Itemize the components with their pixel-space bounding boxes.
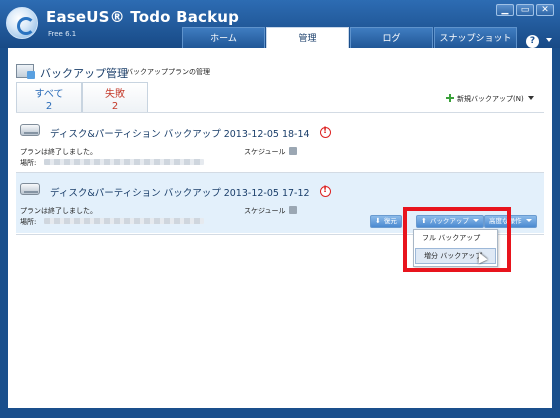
window-controls: ▁ ▭ ✕ (496, 4, 554, 16)
job-title: ディスク&パーティション バックアップ 2013-12-05 17-12 (50, 188, 310, 199)
filter-failed-count: 2 (111, 101, 119, 112)
filter-tabs: すべて 2 失敗 2 (16, 82, 148, 112)
disk-icon (20, 183, 40, 195)
arrow-down-icon: ⬇ (375, 217, 381, 225)
plus-icon (446, 94, 454, 102)
chevron-down-icon (546, 38, 553, 42)
calendar-icon (288, 147, 297, 155)
app-logo-icon (6, 7, 38, 39)
backup-manager-icon (16, 64, 35, 79)
chevron-down-icon (525, 219, 532, 222)
help-icon: ? (526, 35, 539, 48)
schedule-label: スケジュール (244, 207, 286, 215)
main-tabs: ホーム 管理 ログ スナップショット (182, 27, 518, 49)
job-location-label: 場所: (20, 218, 37, 226)
tab-manage[interactable]: 管理 (266, 27, 349, 49)
close-button[interactable]: ✕ (536, 4, 554, 16)
help-button[interactable]: ? (526, 35, 553, 48)
divider (16, 112, 544, 113)
main-content: バックアップ管理 バックアッププランの管理 すべて 2 失敗 2 新規バックアッ… (8, 48, 552, 408)
filter-failed[interactable]: 失敗 2 (82, 82, 148, 112)
new-backup-button[interactable]: 新規バックアップ(N) (446, 94, 534, 104)
calendar-icon (288, 206, 297, 214)
job-location-label: 場所: (20, 159, 37, 167)
page-subtitle: バックアッププランの管理 (126, 68, 210, 76)
app-edition: Free 6.1 (48, 30, 77, 38)
filter-all-label: すべて (34, 89, 64, 100)
restore-label: 復元 (383, 217, 397, 225)
tab-snapshot[interactable]: スナップショット (434, 27, 517, 49)
job-status: プランは終了しました。 (20, 148, 97, 156)
job-location-value (44, 218, 204, 224)
backup-job-1[interactable]: ディスク&パーティション バックアップ 2013-12-05 18-14 プラン… (16, 114, 544, 170)
app-title: EaseUS® Todo Backup (46, 8, 240, 26)
minimize-button[interactable]: ▁ (496, 4, 514, 16)
annotation-highlight-box (403, 207, 511, 272)
disk-icon (20, 124, 40, 136)
chevron-down-icon (527, 96, 534, 100)
page-title: バックアップ管理 (40, 67, 128, 80)
job-schedule[interactable]: スケジュール (244, 206, 297, 216)
tab-home[interactable]: ホーム (182, 27, 265, 49)
job-location-value (44, 159, 204, 165)
window-bottom-frame (0, 408, 560, 418)
restore-button[interactable]: ▭ (516, 4, 534, 16)
job-schedule[interactable]: スケジュール (244, 147, 297, 157)
filter-failed-label: 失敗 (105, 89, 125, 100)
filter-all-count: 2 (45, 101, 53, 112)
schedule-label: スケジュール (244, 148, 286, 156)
new-backup-label: 新規バックアップ(N) (457, 95, 524, 103)
app-window: EaseUS® Todo Backup Free 6.1 ▁ ▭ ✕ ホーム 管… (0, 0, 560, 418)
alert-icon (320, 126, 331, 138)
job-status: プランは終了しました。 (20, 207, 97, 215)
alert-icon (320, 185, 331, 197)
job-title: ディスク&パーティション バックアップ 2013-12-05 18-14 (50, 129, 310, 140)
filter-all[interactable]: すべて 2 (16, 82, 82, 112)
restore-button[interactable]: ⬇ 復元 (370, 215, 402, 228)
tab-log[interactable]: ログ (350, 27, 433, 49)
title-bar: EaseUS® Todo Backup Free 6.1 ▁ ▭ ✕ ホーム 管… (0, 0, 560, 49)
